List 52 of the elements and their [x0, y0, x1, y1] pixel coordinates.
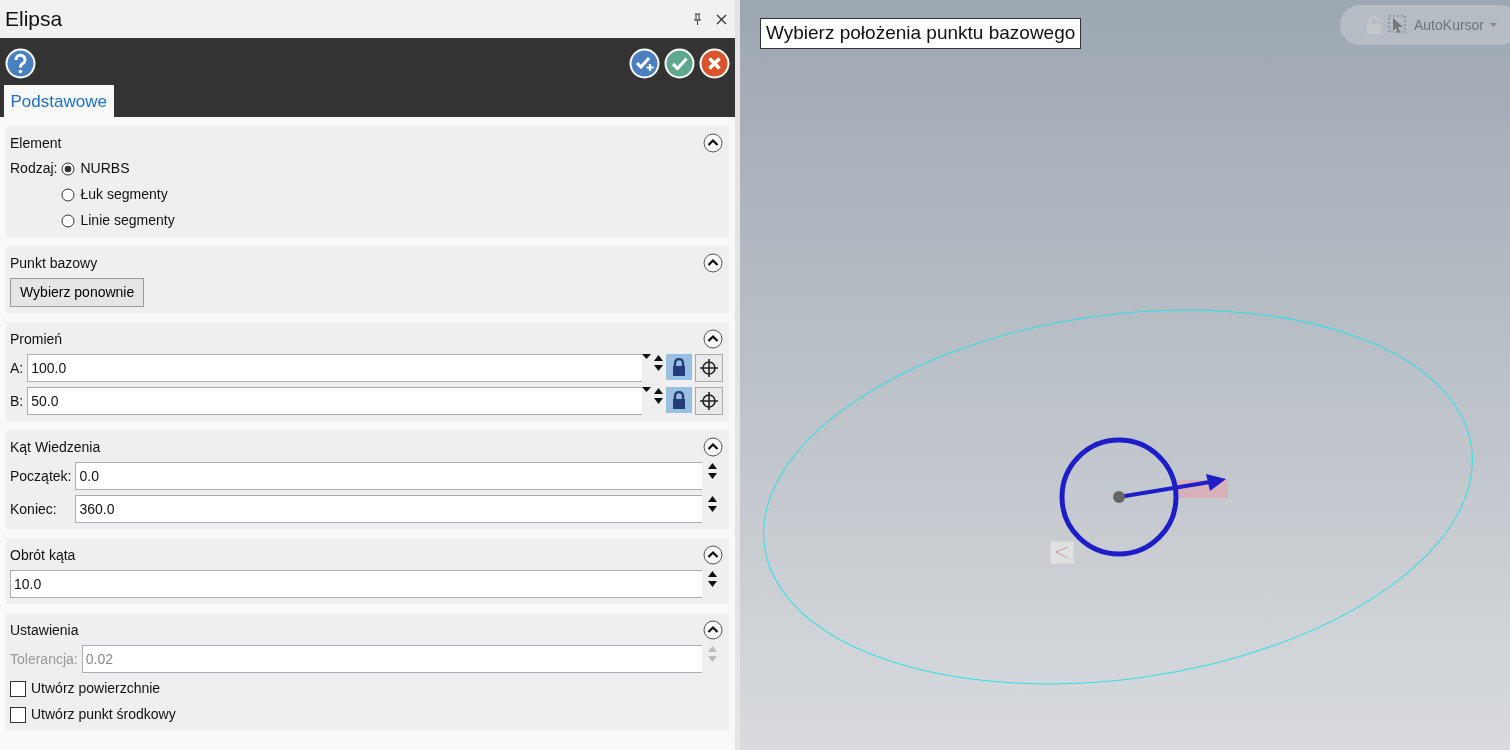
field-label: Tolerancja: — [10, 649, 78, 669]
apply-add-icon[interactable] — [629, 48, 660, 79]
checkbox[interactable] — [10, 706, 26, 723]
checkbox[interactable] — [10, 680, 26, 697]
lock-icon[interactable] — [665, 387, 692, 413]
collapse-icon[interactable] — [703, 329, 723, 349]
pick-point-button[interactable] — [695, 354, 723, 382]
radio-button[interactable] — [61, 213, 76, 228]
field-label: B: — [10, 391, 24, 411]
field-label: Rodzaj: — [10, 159, 58, 178]
collapse-icon[interactable] — [703, 620, 723, 640]
collapse-icon[interactable] — [703, 133, 723, 153]
direction-manipulator-drawing[interactable] — [1059, 437, 1228, 557]
close-icon[interactable] — [716, 13, 727, 25]
checkbox-label[interactable]: Utwórz punkt środkowy — [31, 704, 176, 725]
section-title: Kąt Wiedzenia — [10, 437, 101, 457]
spin-arrows-icon[interactable] — [708, 495, 717, 513]
tab[interactable]: Podstawowe — [3, 84, 114, 117]
check-icon[interactable] — [664, 48, 695, 79]
cancel-icon[interactable] — [699, 48, 730, 79]
dropdown-caret-icon[interactable] — [641, 354, 651, 359]
radio-button[interactable] — [61, 187, 76, 202]
option-label[interactable]: NURBS — [80, 158, 130, 179]
spin-arrows-icon[interactable] — [653, 387, 663, 405]
lock-icon[interactable] — [665, 354, 692, 380]
field-label: A: — [10, 358, 24, 378]
pin-icon[interactable] — [693, 13, 702, 25]
3d-viewport[interactable]: Wybierz położenia punktu bazowego AutoKursor — [740, 0, 1510, 750]
radio-button[interactable] — [61, 161, 76, 176]
spin-arrows-icon[interactable] — [653, 354, 663, 372]
spin-arrows-icon[interactable] — [708, 462, 717, 480]
command-prompt: Wybierz położenia punktu bazowego — [760, 18, 1082, 49]
spin-arrows-icon[interactable] — [708, 570, 717, 588]
section-title: Punkt bazowy — [10, 253, 98, 273]
section-title: Element — [10, 133, 62, 153]
collapse-icon[interactable] — [703, 253, 723, 273]
collapse-icon[interactable] — [703, 545, 723, 565]
pick-point-button[interactable] — [695, 387, 723, 415]
reselect-button[interactable]: Wybierz ponownie — [10, 278, 145, 307]
option-label[interactable]: Linie segmenty — [80, 210, 175, 231]
option-label[interactable]: Łuk segmenty — [80, 184, 168, 205]
section-title: Promień — [10, 329, 63, 349]
section-title: Ustawienia — [10, 620, 79, 640]
panel-title: Elipsa — [5, 6, 63, 33]
checkbox-label[interactable]: Utwórz powierzchnie — [31, 678, 161, 699]
field-label: Koniec: — [10, 499, 58, 519]
field-label: Początek: — [10, 466, 72, 486]
collapse-icon[interactable] — [703, 437, 723, 457]
dropdown-caret-icon[interactable] — [641, 387, 651, 392]
section-title: Obrót kąta — [10, 545, 76, 565]
help-icon[interactable] — [5, 48, 36, 79]
spin-arrows-icon — [708, 645, 717, 663]
